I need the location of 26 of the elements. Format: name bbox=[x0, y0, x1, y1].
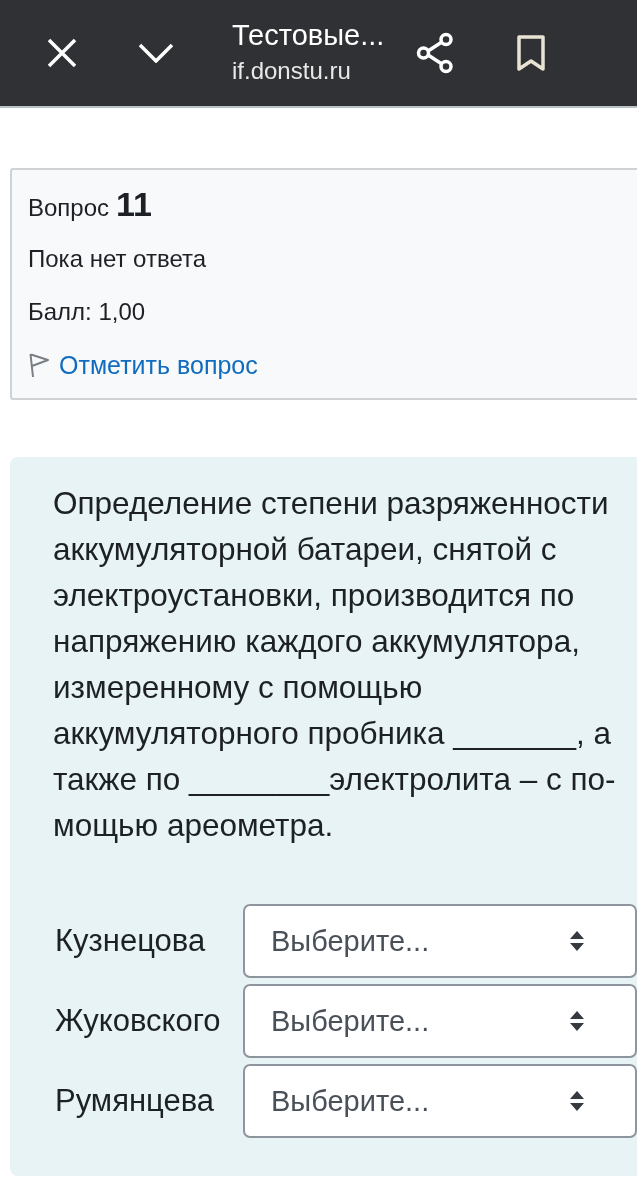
question-number: 11 bbox=[116, 185, 152, 224]
share-icon bbox=[416, 32, 454, 74]
updown-caret-icon bbox=[569, 930, 585, 952]
answer-label: Жуковского bbox=[54, 1003, 222, 1039]
flag-question-link[interactable]: Отметить вопрос bbox=[59, 350, 258, 380]
page-title: Тестовые... bbox=[232, 17, 385, 52]
bookmark-icon bbox=[516, 34, 546, 72]
answer-label: Румянцева bbox=[54, 1083, 216, 1119]
bookmark-button[interactable] bbox=[516, 34, 546, 72]
close-button[interactable] bbox=[46, 37, 78, 69]
chevron-down-icon bbox=[138, 43, 174, 63]
answer-select[interactable]: Выберите... bbox=[243, 1064, 637, 1138]
answer-status: Пока нет ответа bbox=[28, 244, 207, 274]
grade-text: Балл: 1,00 bbox=[28, 297, 146, 327]
close-icon bbox=[46, 37, 78, 69]
answer-select[interactable]: Выберите... bbox=[243, 904, 637, 978]
flag-icon bbox=[28, 352, 50, 378]
updown-caret-icon bbox=[569, 1010, 585, 1032]
page-url: if.donstu.ru bbox=[232, 56, 351, 85]
answer-label: Кузнецова bbox=[54, 923, 207, 959]
menu-toggle-button[interactable] bbox=[138, 43, 174, 63]
question-text: Определение степени разряженности аккумуляторной батареи, снятой с электроустановки, производится по напряжению каждого аккумулятора, измеренному с помощью аккумуляторного пробника _______, а также по ________электролита – с по-мощью ареометра. bbox=[53, 484, 617, 845]
updown-caret-icon bbox=[569, 1090, 585, 1112]
answer-select[interactable]: Выберите... bbox=[243, 984, 637, 1058]
question-label: Вопрос bbox=[28, 194, 110, 222]
share-button[interactable] bbox=[416, 32, 454, 74]
